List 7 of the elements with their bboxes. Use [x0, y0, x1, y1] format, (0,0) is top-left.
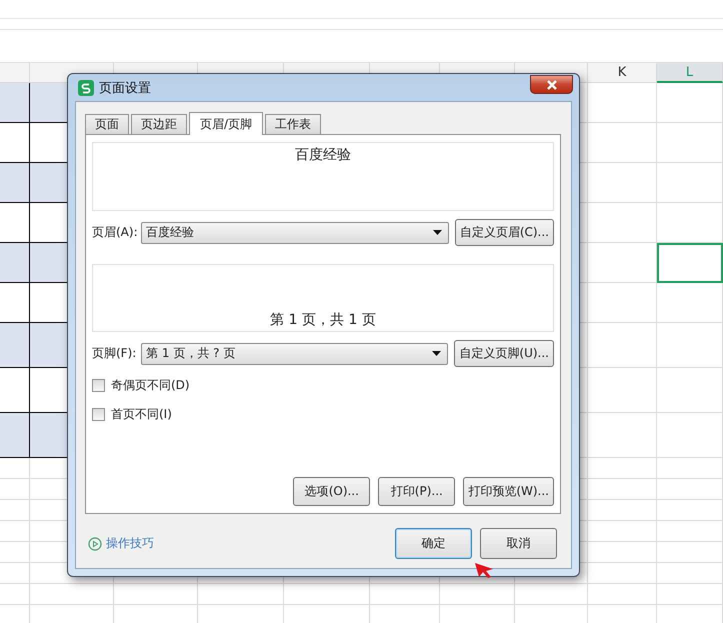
checkbox-label: 奇偶页不同(D) [111, 377, 190, 394]
footer-preview: 第 1 页，共 1 页 [92, 264, 554, 332]
checkbox-label: 首页不同(I) [111, 406, 172, 423]
footer-label: 页脚(F): [92, 345, 135, 362]
header-preview: 百度经验 [92, 142, 554, 211]
header-label: 页眉(A): [92, 224, 135, 241]
dialog-title: 页面设置 [99, 80, 151, 96]
